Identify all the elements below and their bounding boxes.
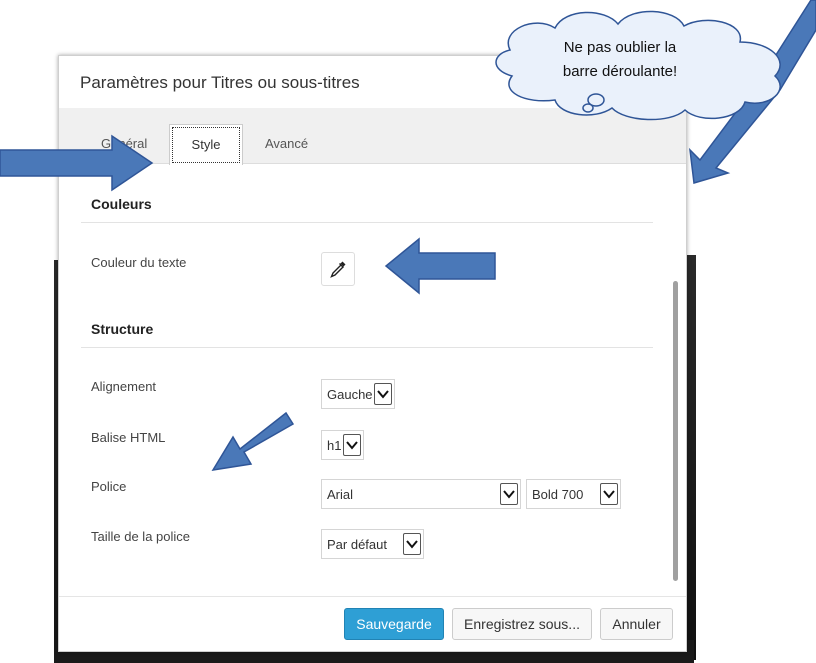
- text-color-picker-button[interactable]: [321, 252, 355, 286]
- chevron-down-icon: [403, 533, 421, 555]
- font-family-select[interactable]: Arial: [321, 479, 521, 509]
- html-tag-label: Balise HTML: [91, 430, 166, 445]
- alignment-value: Gauche: [327, 387, 373, 402]
- divider: [81, 222, 653, 223]
- eyedropper-icon: [330, 261, 346, 278]
- arrow-to-scrollbar: [688, 0, 816, 184]
- section-heading-colors: Couleurs: [91, 196, 152, 212]
- scrollbar-thumb[interactable]: [673, 281, 678, 581]
- section-heading-structure: Structure: [91, 321, 154, 337]
- settings-dialog: Paramètres pour Titres ou sous-titres Gé…: [58, 55, 687, 652]
- chevron-down-icon: [500, 483, 518, 505]
- divider: [81, 347, 653, 348]
- font-label: Police: [91, 479, 127, 494]
- save-as-button[interactable]: Enregistrez sous...: [452, 608, 592, 640]
- tab-style-label: Style: [191, 137, 221, 152]
- cancel-button[interactable]: Annuler: [600, 608, 673, 640]
- font-family-value: Arial: [327, 487, 354, 502]
- chevron-down-icon: [343, 434, 361, 456]
- chevron-down-icon: [600, 483, 618, 505]
- alignment-label: Alignement: [91, 379, 157, 394]
- text-color-label: Couleur du texte: [91, 255, 187, 270]
- save-button[interactable]: Sauvegarde: [344, 608, 444, 640]
- font-size-value: Par défaut: [327, 537, 387, 552]
- dialog-title: Paramètres pour Titres ou sous-titres: [80, 73, 360, 92]
- font-weight-value: Bold 700: [532, 487, 584, 502]
- font-size-label: Taille de la police: [91, 529, 191, 544]
- dialog-content: Couleurs Couleur du texte Structure Alig…: [59, 164, 686, 596]
- callout-line-2: barre déroulante!: [562, 63, 678, 80]
- html-tag-value: h1: [327, 438, 342, 453]
- tab-style[interactable]: Style: [169, 124, 243, 165]
- chevron-down-icon: [374, 383, 392, 405]
- callout-text: Ne pas oublier la barre déroulante!: [540, 36, 700, 84]
- alignment-select[interactable]: Gauche: [321, 379, 395, 409]
- dialog-footer: Sauvegarde Enregistrez sous... Annuler: [59, 596, 686, 652]
- html-tag-select[interactable]: h1: [321, 430, 364, 460]
- tab-bar: Général Style Avancé: [59, 108, 686, 165]
- tab-general[interactable]: Général: [101, 136, 147, 151]
- callout-line-1: Ne pas oublier la: [563, 39, 677, 56]
- font-weight-select[interactable]: Bold 700: [526, 479, 621, 509]
- tab-advanced[interactable]: Avancé: [265, 136, 308, 151]
- font-size-select[interactable]: Par défaut: [321, 529, 424, 559]
